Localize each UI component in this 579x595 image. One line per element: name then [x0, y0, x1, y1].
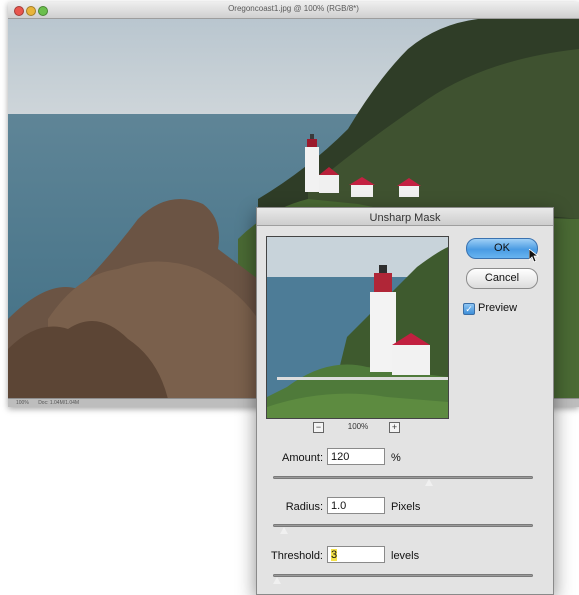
checkmark-icon[interactable]: ✓: [463, 303, 475, 315]
status-zoom: 100%: [16, 400, 29, 406]
amount-input[interactable]: 120: [327, 448, 385, 465]
threshold-slider[interactable]: [271, 574, 533, 585]
amount-label: Amount:: [282, 452, 323, 464]
arrow-cursor-icon: [529, 249, 539, 263]
document-title: Oregoncoast1.jpg @ 100% (RGB/8*): [228, 4, 359, 13]
radius-slider-thumb[interactable]: [279, 526, 290, 535]
cancel-button[interactable]: Cancel: [466, 268, 538, 289]
preview-image[interactable]: [266, 236, 449, 419]
radius-unit: Pixels: [391, 501, 421, 513]
threshold-label: Threshold:: [271, 550, 323, 562]
radius-slider[interactable]: [273, 524, 533, 535]
dialog-title: Unsharp Mask: [369, 212, 441, 224]
document-titlebar[interactable]: Oregoncoast1.jpg @ 100% (RGB/8*): [8, 2, 579, 19]
threshold-unit: levels: [391, 550, 420, 562]
zoom-in-button[interactable]: +: [389, 422, 400, 433]
ok-button[interactable]: OK: [466, 238, 538, 259]
threshold-input[interactable]: 3: [327, 546, 385, 563]
lighthouse-preview-photo: [267, 237, 448, 418]
zoom-out-button[interactable]: −: [313, 422, 324, 433]
status-doc-size: Doc: 1.04M/1.04M: [38, 400, 80, 406]
zoom-controls: − 100% +: [266, 421, 449, 435]
dialog-titlebar[interactable]: Unsharp Mask: [257, 208, 553, 226]
unsharp-mask-dialog: Unsharp Mask − 100% + OK Cancel ✓ Previe…: [256, 207, 554, 595]
threshold-slider-thumb[interactable]: [271, 576, 282, 585]
amount-slider[interactable]: [273, 476, 533, 487]
zoom-level: 100%: [347, 422, 369, 431]
radius-label: Radius:: [285, 501, 323, 513]
amount-unit: %: [391, 452, 401, 464]
preview-label: Preview: [478, 302, 518, 314]
amount-slider-thumb[interactable]: [423, 478, 434, 487]
radius-input[interactable]: 1.0: [327, 497, 385, 514]
threshold-value: 3: [331, 549, 338, 561]
